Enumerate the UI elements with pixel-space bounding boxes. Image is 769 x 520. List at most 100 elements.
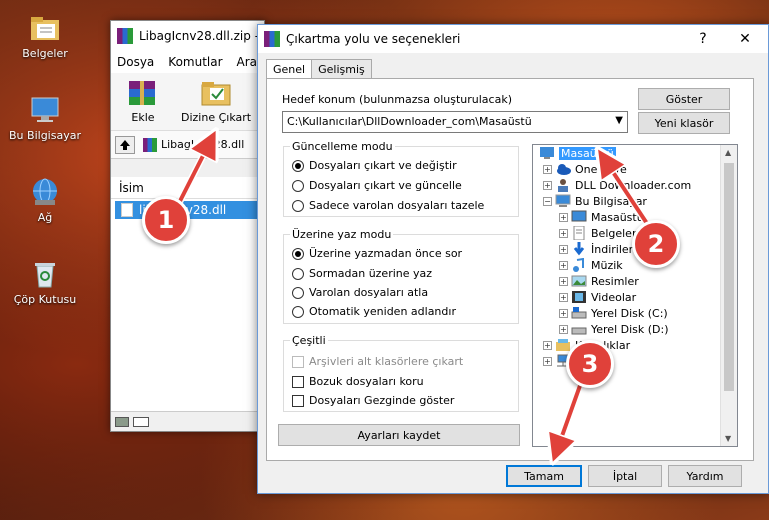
expand-icon[interactable]: + <box>543 356 552 366</box>
tab-general[interactable]: Genel <box>266 59 313 80</box>
expand-icon[interactable]: + <box>559 324 568 334</box>
expand-icon[interactable]: + <box>559 308 568 318</box>
scroll-down-icon[interactable]: ▼ <box>725 434 731 443</box>
expand-icon[interactable]: + <box>543 164 552 174</box>
target-path-combo[interactable]: C:\Kullanıcılar\DllDownloader_com\Masaüs… <box>282 111 628 133</box>
radio[interactable] <box>292 179 304 192</box>
folder-tree[interactable]: Masaüstü + OneDrive + DLL Downloader.com… <box>532 144 738 447</box>
option-label: Üzerine yazmadan önce sor <box>309 247 463 260</box>
column-header-name[interactable]: İsim <box>111 177 264 199</box>
tab-advanced[interactable]: Gelişmiş <box>311 59 372 79</box>
winrar-toolbar: Ekle Dizine Çıkart <box>111 73 264 131</box>
overwrite-option-skip[interactable]: Varolan dosyaları atla <box>292 286 428 299</box>
misc-title: Çeşitli <box>290 334 328 347</box>
misc-option-show-explorer[interactable]: Dosyaları Gezginde göster <box>292 394 454 407</box>
option-label: Dosyaları çıkart ve güncelle <box>309 179 462 192</box>
tree-item-music[interactable]: + Müzik <box>559 257 623 273</box>
expand-icon[interactable]: + <box>559 244 568 254</box>
desktop-icon <box>539 146 555 160</box>
extract-options-dialog: Çıkartma yolu ve seçenekleri ? ✕ Genel G… <box>257 24 769 494</box>
update-option-freshen[interactable]: Sadece varolan dosyaları tazele <box>292 199 484 212</box>
tree-item-disk-d[interactable]: + Yerel Disk (D:) <box>559 321 669 337</box>
tree-item-onedrive[interactable]: + OneDrive <box>543 161 627 177</box>
tree-item-desktop[interactable]: Masaüstü <box>539 145 616 161</box>
cancel-button[interactable]: İptal <box>588 465 662 487</box>
winrar-app-icon <box>264 31 280 47</box>
desktop-icon-this-pc[interactable]: Bu Bilgisayar <box>8 94 82 142</box>
tree-item-desktop-sub[interactable]: + Masaüstü <box>559 209 644 225</box>
option-label: Arşivleri alt klasörlere çıkart <box>309 355 464 368</box>
overwrite-option-rename[interactable]: Otomatik yeniden adlandır <box>292 305 456 318</box>
radio[interactable] <box>292 199 304 212</box>
radio-selected[interactable] <box>292 159 304 172</box>
desktop-icon-label: Belgeler <box>22 47 68 60</box>
tree-item-user[interactable]: + DLL Downloader.com <box>543 177 691 193</box>
radio[interactable] <box>292 286 304 299</box>
collapse-icon[interactable]: − <box>543 196 552 206</box>
tree-item-this-pc[interactable]: − Bu Bilgisayar <box>543 193 647 209</box>
winrar-statusbar <box>111 411 264 431</box>
update-option-update[interactable]: Dosyaları çıkart ve güncelle <box>292 179 462 192</box>
chevron-down-icon[interactable]: ▼ <box>615 115 623 126</box>
expand-icon[interactable]: + <box>543 180 552 190</box>
expand-icon[interactable]: + <box>559 276 568 286</box>
save-settings-button[interactable]: Ayarları kaydet <box>278 424 520 446</box>
radio-selected[interactable] <box>292 247 304 260</box>
checkbox[interactable] <box>292 355 304 368</box>
drive-icon <box>571 322 587 336</box>
new-folder-button[interactable]: Yeni klasör <box>638 112 730 134</box>
misc-option-subfolders[interactable]: Arşivleri alt klasörlere çıkart <box>292 355 463 368</box>
tree-scrollbar[interactable]: ▲ ▼ <box>720 145 737 446</box>
winrar-app-icon <box>117 28 133 44</box>
show-button[interactable]: Göster <box>638 88 730 110</box>
overwrite-option-ask[interactable]: Üzerine yazmadan önce sor <box>292 247 462 260</box>
desktop-icon-recycle-bin[interactable]: Çöp Kutusu <box>8 258 82 306</box>
up-arrow-icon <box>120 139 130 150</box>
expand-icon[interactable]: + <box>559 292 568 302</box>
add-button[interactable]: Ekle <box>125 77 161 124</box>
expand-icon[interactable]: + <box>559 260 568 270</box>
music-icon <box>571 257 587 272</box>
computer-icon <box>555 194 571 208</box>
tree-item-documents[interactable]: + Belgeler <box>559 225 636 241</box>
desktop-icon-label: Ağ <box>37 211 53 224</box>
expand-icon[interactable]: + <box>543 340 552 350</box>
help-titlebar-button[interactable]: ? <box>682 25 724 53</box>
winrar-titlebar: LibagIcnv28.dll.zip - <box>111 21 264 51</box>
overwrite-mode-group: Üzerine yaz modu Üzerine yazmadan önce s… <box>283 228 519 324</box>
general-tab-panel: Hedef konum (bulunmazsa oluşturulacak) C… <box>266 78 754 461</box>
desktop-icon <box>571 210 587 224</box>
option-label: Dosyaları çıkart ve değiştir <box>309 159 457 172</box>
option-label: Dosyaları Gezginde göster <box>309 394 455 407</box>
drive-icon <box>115 416 129 427</box>
help-button[interactable]: Yardım <box>668 465 742 487</box>
up-folder-button[interactable] <box>115 135 135 154</box>
checkbox[interactable] <box>292 375 304 388</box>
radio[interactable] <box>292 267 304 280</box>
extract-to-button[interactable]: Dizine Çıkart <box>181 77 251 124</box>
expand-icon[interactable]: + <box>559 228 568 238</box>
update-option-replace[interactable]: Dosyaları çıkart ve değiştir <box>292 159 457 172</box>
scroll-up-icon[interactable]: ▲ <box>725 148 731 157</box>
desktop-icon-documents[interactable]: Belgeler <box>8 12 82 60</box>
scrollbar-thumb[interactable] <box>724 163 734 391</box>
tree-item-videos[interactable]: + Videolar <box>559 289 636 305</box>
onedrive-cloud-icon <box>555 162 571 176</box>
close-icon[interactable]: ✕ <box>724 25 766 53</box>
expand-icon[interactable]: + <box>559 212 568 222</box>
tree-item-disk-c[interactable]: + Yerel Disk (C:) <box>559 305 668 321</box>
overwrite-option-always[interactable]: Sormadan üzerine yaz <box>292 267 432 280</box>
add-button-label: Ekle <box>131 111 155 124</box>
checkbox[interactable] <box>292 394 304 407</box>
misc-option-keep-broken[interactable]: Bozuk dosyaları koru <box>292 375 424 388</box>
menu-file[interactable]: Dosya <box>117 55 154 69</box>
radio[interactable] <box>292 305 304 318</box>
desktop-icon-network[interactable]: Ağ <box>8 176 82 224</box>
tree-item-pictures[interactable]: + Resimler <box>559 273 639 289</box>
ok-button[interactable]: Tamam <box>506 465 582 487</box>
step-badge-3: 3 <box>566 340 614 388</box>
dll-file-icon <box>121 203 133 217</box>
menu-commands[interactable]: Komutlar <box>168 55 222 69</box>
extract-folder-icon <box>198 77 234 109</box>
computer-icon <box>29 94 61 126</box>
